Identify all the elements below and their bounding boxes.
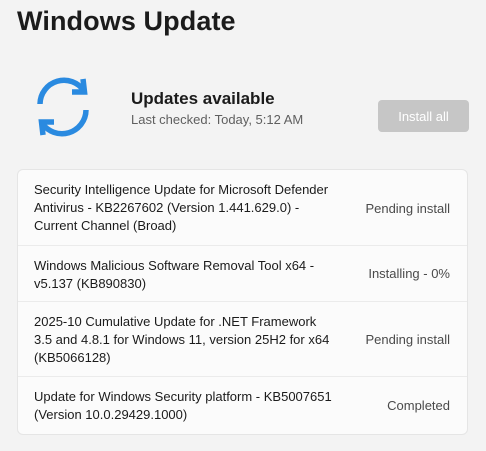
update-status: Installing - 0% xyxy=(368,266,450,281)
update-name: Security Intelligence Update for Microso… xyxy=(34,182,329,233)
update-status: Pending install xyxy=(365,332,450,347)
update-row: Update for Windows Security platform - K… xyxy=(18,377,467,434)
update-name: 2025-10 Cumulative Update for .NET Frame… xyxy=(34,314,330,365)
install-all-button[interactable]: Install all xyxy=(378,100,469,132)
update-status: Pending install xyxy=(365,201,450,216)
update-row: 2025-10 Cumulative Update for .NET Frame… xyxy=(18,302,467,377)
sync-icon xyxy=(37,77,89,137)
update-name: Update for Windows Security platform - K… xyxy=(34,389,332,422)
last-checked-text: Last checked: Today, 5:12 AM xyxy=(131,112,304,127)
update-status: Completed xyxy=(387,398,450,413)
status-title: Updates available xyxy=(131,89,275,108)
update-list: Security Intelligence Update for Microso… xyxy=(17,169,468,435)
update-name: Windows Malicious Software Removal Tool … xyxy=(34,258,315,291)
update-row: Security Intelligence Update for Microso… xyxy=(18,170,467,246)
page-title: Windows Update xyxy=(17,6,236,36)
update-status-section: Updates available Last checked: Today, 5… xyxy=(17,64,469,154)
update-row: Windows Malicious Software Removal Tool … xyxy=(18,246,467,302)
